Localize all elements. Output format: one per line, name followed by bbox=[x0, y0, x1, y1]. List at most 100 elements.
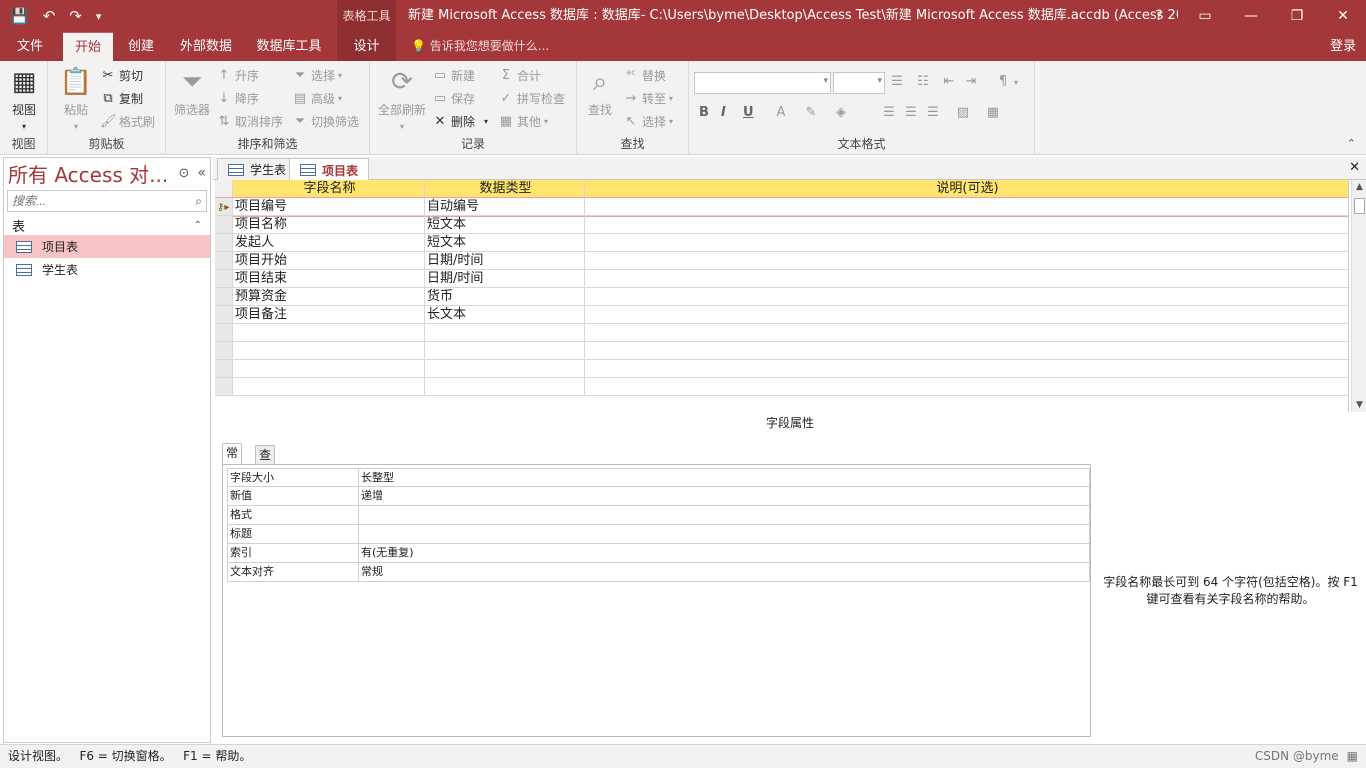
table-row[interactable] bbox=[215, 342, 1348, 360]
nav-section-tables[interactable]: 表 ⌃ bbox=[4, 215, 210, 235]
table-row[interactable]: 项目备注 长文本 bbox=[215, 306, 1348, 324]
table-row[interactable] bbox=[215, 360, 1348, 378]
close-document-icon[interactable]: ✕ bbox=[1349, 160, 1360, 175]
font-size-combo[interactable] bbox=[833, 72, 885, 94]
data-type-cell[interactable] bbox=[425, 378, 585, 396]
cut-button[interactable]: ✂ 剪切 bbox=[100, 67, 143, 84]
data-type-cell[interactable]: 自动编号 bbox=[425, 198, 585, 216]
description-cell[interactable] bbox=[585, 324, 1348, 342]
tab-database-tools[interactable]: 数据库工具 bbox=[248, 32, 330, 61]
description-cell[interactable] bbox=[585, 306, 1348, 324]
property-row[interactable]: 字段大小 长整型 bbox=[227, 468, 1090, 487]
fill-color-icon[interactable]: ◈ bbox=[833, 105, 849, 121]
undo-icon[interactable]: ↶ bbox=[43, 7, 56, 25]
save-icon[interactable]: 💾 bbox=[10, 7, 29, 25]
data-type-cell[interactable]: 短文本 bbox=[425, 216, 585, 234]
tab-external-data[interactable]: 外部数据 bbox=[170, 32, 242, 61]
numbering-icon[interactable]: ☷ bbox=[915, 74, 931, 90]
decrease-indent-icon[interactable]: ⇤ bbox=[941, 74, 957, 90]
table-row[interactable] bbox=[215, 378, 1348, 396]
field-name-cell[interactable]: 项目编号 bbox=[233, 198, 425, 216]
login-link[interactable]: 登录 bbox=[1330, 32, 1356, 61]
tell-me-box[interactable]: 💡 告诉我您想要做什么... bbox=[411, 32, 549, 61]
refresh-all-button[interactable]: ⟳ 全部刷新 ▾ bbox=[376, 65, 428, 132]
scroll-down-icon[interactable]: ▼ bbox=[1352, 400, 1366, 410]
italic-button[interactable]: I bbox=[721, 105, 726, 120]
table-row[interactable]: 发起人 短文本 bbox=[215, 234, 1348, 252]
find-button[interactable]: ⌕ 查找 bbox=[583, 65, 617, 118]
tab-lookup[interactable]: 查阅 bbox=[255, 445, 276, 481]
background-color-icon[interactable]: ▨ bbox=[955, 105, 971, 121]
underline-button[interactable]: U bbox=[743, 105, 754, 120]
field-name-cell[interactable]: 项目结束 bbox=[233, 270, 425, 288]
more-button[interactable]: ▦ 其他 ▾ bbox=[498, 113, 548, 130]
field-name-cell[interactable]: 项目名称 bbox=[233, 216, 425, 234]
tab-create[interactable]: 创建 bbox=[117, 32, 165, 61]
bullets-icon[interactable]: ☰ bbox=[889, 74, 905, 90]
font-name-combo[interactable] bbox=[694, 72, 831, 94]
collapse-ribbon-icon[interactable]: ⌃ bbox=[1347, 137, 1356, 150]
goto-button[interactable]: → 转至 ▾ bbox=[623, 90, 673, 107]
property-value[interactable]: 长整型 bbox=[359, 469, 1090, 486]
gridlines-icon[interactable]: ▦ bbox=[985, 105, 1001, 121]
property-value[interactable] bbox=[359, 525, 1090, 543]
ribbon-display-button[interactable]: ▭ bbox=[1182, 0, 1228, 32]
row-selector[interactable] bbox=[215, 324, 233, 342]
description-cell[interactable] bbox=[585, 360, 1348, 378]
bold-button[interactable]: B bbox=[699, 105, 709, 120]
data-type-cell[interactable]: 长文本 bbox=[425, 306, 585, 324]
replace-button[interactable]: ᵃᶜ 替换 bbox=[623, 67, 666, 84]
tab-design[interactable]: 设计 bbox=[337, 32, 396, 61]
view-button[interactable]: ▦ 视图 ▾ bbox=[6, 65, 42, 132]
sort-descending-button[interactable]: ↓ 降序 bbox=[216, 90, 259, 107]
doc-tab-student[interactable]: 学生表 bbox=[217, 158, 298, 180]
row-selector[interactable]: ⚷▸ bbox=[215, 198, 233, 216]
collapse-section-icon[interactable]: ⌃ bbox=[194, 220, 202, 231]
copy-button[interactable]: ⧉ 复制 bbox=[100, 90, 143, 107]
align-right-icon[interactable]: ☰ bbox=[925, 105, 941, 121]
row-selector[interactable] bbox=[215, 360, 233, 378]
description-cell[interactable] bbox=[585, 378, 1348, 396]
toggle-filter-button[interactable]: ⏷ 切换筛选 bbox=[292, 113, 359, 130]
filter-button[interactable]: ⏷ 筛选器 bbox=[172, 65, 212, 118]
nav-item-project-table[interactable]: 项目表 bbox=[4, 235, 210, 258]
column-header-description[interactable]: 说明(可选) bbox=[585, 180, 1348, 198]
description-cell[interactable] bbox=[585, 252, 1348, 270]
field-name-cell[interactable] bbox=[233, 378, 425, 396]
property-value[interactable]: 有(无重复) bbox=[359, 544, 1090, 562]
clear-sort-button[interactable]: ⇅ 取消排序 bbox=[216, 113, 283, 130]
row-selector[interactable] bbox=[215, 342, 233, 360]
paragraph-direction-button[interactable]: ¶ ▾ bbox=[995, 74, 1018, 90]
spelling-button[interactable]: ✓ 拼写检查 bbox=[498, 90, 565, 107]
doc-tab-project[interactable]: 项目表 bbox=[289, 158, 370, 181]
property-row[interactable]: 格式 bbox=[227, 506, 1090, 525]
description-cell[interactable] bbox=[585, 342, 1348, 360]
data-type-cell[interactable]: 日期/时间 bbox=[425, 252, 585, 270]
column-header-data-type[interactable]: 数据类型 bbox=[425, 180, 585, 198]
table-row[interactable]: ⚷▸ 项目编号 自动编号 bbox=[215, 197, 1348, 217]
highlight-icon[interactable]: ✎ bbox=[803, 105, 819, 121]
data-type-cell[interactable] bbox=[425, 360, 585, 378]
sort-ascending-button[interactable]: ↑ 升序 bbox=[216, 67, 259, 84]
select-all-corner[interactable] bbox=[215, 180, 233, 198]
field-name-cell[interactable] bbox=[233, 360, 425, 378]
nav-item-student-table[interactable]: 学生表 bbox=[4, 258, 210, 281]
new-record-button[interactable]: ▭ 新建 bbox=[432, 67, 475, 84]
shutter-bar-icon[interactable]: « bbox=[197, 165, 206, 181]
customize-qat-icon[interactable]: ▾ bbox=[96, 10, 102, 23]
row-selector[interactable] bbox=[215, 378, 233, 396]
table-row[interactable]: 项目名称 短文本 bbox=[215, 216, 1348, 234]
restore-button[interactable]: ❐ bbox=[1274, 0, 1320, 32]
data-type-cell[interactable]: 货币 bbox=[425, 288, 585, 306]
tab-general[interactable]: 常规 bbox=[222, 443, 243, 479]
table-row[interactable] bbox=[215, 324, 1348, 342]
selection-filter-button[interactable]: ⏷ 选择 ▾ bbox=[292, 67, 342, 84]
description-cell[interactable] bbox=[585, 198, 1348, 216]
font-color-icon[interactable]: A bbox=[773, 105, 789, 121]
property-value[interactable]: 常规 bbox=[359, 563, 1090, 581]
scroll-up-icon[interactable]: ▲ bbox=[1352, 182, 1366, 192]
description-cell[interactable] bbox=[585, 234, 1348, 252]
field-name-cell[interactable] bbox=[233, 342, 425, 360]
design-view-icon[interactable]: ▦ bbox=[1347, 745, 1358, 767]
table-row[interactable]: 预算资金 货币 bbox=[215, 288, 1348, 306]
